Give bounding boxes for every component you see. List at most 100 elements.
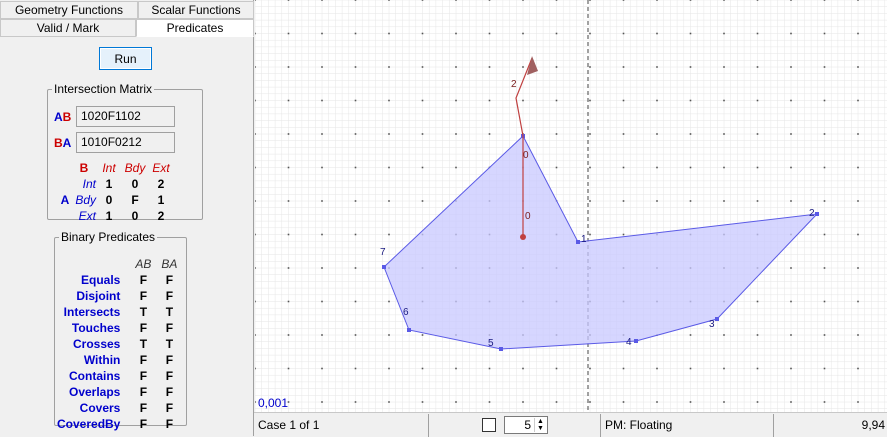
- grid-dot: [622, 233, 625, 236]
- grid-dot: [354, 133, 357, 135]
- grid-dot: [656, 401, 658, 403]
- grid-dot: [255, 367, 256, 370]
- predicate-ab-value: F: [139, 417, 148, 431]
- polygon-vertex-label: 1: [581, 234, 587, 245]
- spinner-arrows[interactable]: ▲ ▼: [534, 418, 546, 432]
- tab-row-bottom: Valid / Mark Predicates: [0, 19, 254, 37]
- grid-dot: [857, 133, 859, 135]
- number-spinner[interactable]: 5 ▲ ▼: [504, 416, 548, 434]
- grid-dot: [421, 0, 424, 1]
- predicate-ab-value: F: [139, 369, 148, 383]
- polygon-vertex: [634, 339, 638, 343]
- matrix-cell: 0: [131, 209, 139, 223]
- grid-dot: [321, 166, 323, 169]
- grid-dot: [790, 401, 792, 403]
- grid-dot: [421, 133, 424, 135]
- tab-row-top: Geometry Functions Scalar Functions: [0, 1, 254, 19]
- grid-dot: [455, 32, 457, 35]
- grid-dot: [622, 0, 625, 1]
- grid-dot: [354, 233, 357, 236]
- ab-matrix-field[interactable]: 1020F1102: [76, 106, 175, 127]
- grid-dot: [823, 367, 826, 370]
- grid-dot: [723, 367, 725, 370]
- grid-dot: [857, 32, 859, 35]
- predicate-ba-value: T: [165, 305, 174, 319]
- grid-dot: [656, 0, 658, 1]
- grid-dot: [488, 99, 491, 102]
- grid-dot: [589, 32, 591, 35]
- grid-dot: [488, 133, 491, 135]
- predicate-ab-value: T: [139, 305, 148, 319]
- grid-dot: [857, 66, 859, 68]
- polygon-vertex-label: 6: [403, 307, 409, 318]
- grid-dot: [756, 32, 759, 35]
- grid-dot: [321, 200, 323, 202]
- grid-dot: [455, 133, 457, 135]
- tab-scalar-functions[interactable]: Scalar Functions: [138, 1, 254, 19]
- predicates-header-ab: AB: [135, 257, 152, 271]
- predicate-name: Disjoint: [76, 289, 121, 303]
- polygon-vertex: [382, 265, 386, 269]
- predicate-row: Intersects T T: [57, 304, 182, 320]
- grid-dot: [723, 200, 725, 202]
- grid-dot: [488, 66, 491, 68]
- grid-dot: [421, 401, 424, 403]
- grid-dot: [388, 401, 390, 403]
- grid-dot: [589, 367, 591, 370]
- grid-dot: [756, 300, 759, 303]
- grid-dot: [656, 200, 658, 202]
- grid-dot: [857, 0, 859, 1]
- tab-predicates[interactable]: Predicates: [136, 19, 254, 37]
- grid-dot: [823, 233, 826, 236]
- grid-dot: [689, 166, 692, 169]
- geometry-canvas[interactable]: 1 2 3 4 5 6 7 0 0 2 0,001: [255, 0, 887, 412]
- polygon-vertex-label: 5: [488, 338, 494, 349]
- grid-dot: [656, 32, 658, 35]
- grid-dot: [790, 0, 792, 1]
- case-indicator: Case 1 of 1: [254, 414, 429, 437]
- grid-dot: [555, 0, 558, 1]
- line-start-point: [520, 234, 526, 240]
- grid-dot: [823, 300, 826, 303]
- tab-valid-mark[interactable]: Valid / Mark: [0, 19, 136, 37]
- predicates-header-ba: BA: [161, 257, 178, 271]
- grid-dot: [522, 99, 524, 102]
- grid-dot: [488, 401, 491, 403]
- grid-dot: [321, 233, 323, 236]
- intersection-matrix-title: Intersection Matrix: [54, 82, 153, 96]
- grid-dot: [857, 166, 859, 169]
- predicate-row: CoveredBy F F: [57, 416, 182, 432]
- predicate-ba-value: F: [165, 353, 174, 367]
- tab-geometry-functions[interactable]: Geometry Functions: [0, 1, 138, 19]
- grid-dot: [723, 99, 725, 102]
- matrix-cell: 2: [157, 209, 165, 223]
- grid-dot: [455, 166, 457, 169]
- grid-dot: [522, 367, 524, 370]
- predicate-ba-value: F: [165, 321, 174, 335]
- grid-dot: [287, 367, 290, 370]
- grid-dot: [354, 32, 357, 35]
- geometry-view[interactable]: 1 2 3 4 5 6 7 0 0 2: [255, 0, 887, 412]
- grid-dot: [388, 32, 390, 35]
- grid-dot: [823, 66, 826, 68]
- grid-dot: [255, 0, 256, 1]
- coordinates-readout: 9,94: [861, 418, 885, 432]
- grid-dot: [287, 300, 290, 303]
- grid-dot: [354, 99, 357, 102]
- predicate-row: Covers F F: [57, 400, 182, 416]
- grid-dot: [321, 99, 323, 102]
- grid-dot: [689, 401, 692, 403]
- ba-matrix-field[interactable]: 1010F0212: [76, 132, 175, 153]
- matrix-cell: 0: [105, 193, 113, 207]
- run-button[interactable]: Run: [99, 47, 152, 70]
- predicate-name: Covers: [79, 401, 121, 415]
- grid-dot: [689, 200, 692, 202]
- predicate-name: Crosses: [72, 337, 121, 351]
- matrix-cell: 2: [157, 177, 165, 191]
- grid-dot: [522, 401, 524, 403]
- checkbox[interactable]: [482, 418, 496, 432]
- grid-dot: [321, 0, 323, 1]
- grid-dot: [823, 166, 826, 169]
- matrix-col-bdy: Bdy: [124, 161, 146, 175]
- grid-dot: [622, 32, 625, 35]
